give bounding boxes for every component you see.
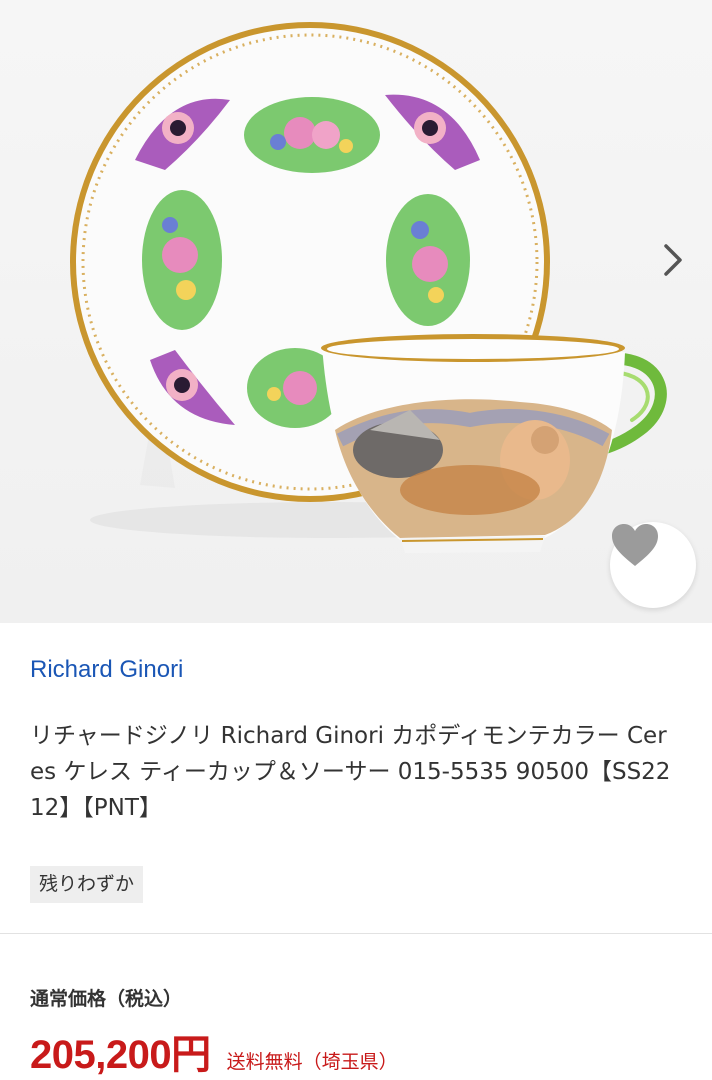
price-row: 205,200円 送料無料（埼玉県） [30, 1022, 398, 1077]
product-image[interactable] [0, 0, 712, 623]
price-value: 205,200円 [30, 1033, 211, 1077]
favorite-button[interactable] [610, 522, 696, 608]
heart-icon [612, 524, 658, 566]
product-title: リチャードジノリ Richard Ginori カポディモンテカラー Ceres… [30, 723, 671, 821]
price-label: 通常価格（税込） [30, 988, 183, 1010]
shipping-info: 送料無料（埼玉県） [226, 1051, 398, 1073]
cup-and-saucer-illustration [70, 22, 667, 553]
chevron-right-icon [664, 244, 682, 276]
divider [0, 933, 712, 934]
next-image-button[interactable] [660, 240, 704, 300]
stock-badge: 残りわずか [30, 866, 144, 903]
brand-link[interactable]: Richard Ginori [30, 656, 183, 684]
